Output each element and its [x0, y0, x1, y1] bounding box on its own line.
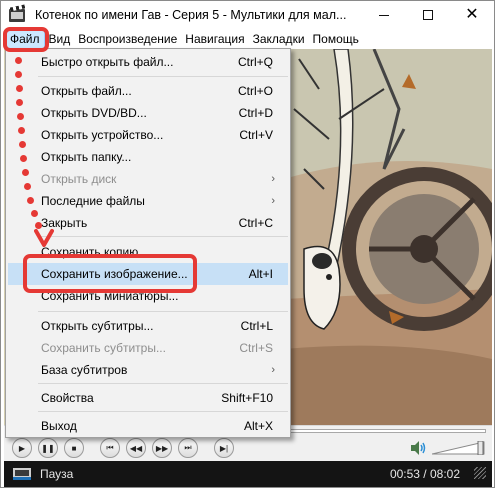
- frame-step-button[interactable]: ▶|: [214, 438, 234, 458]
- minimize-icon: [379, 14, 389, 16]
- skip-forward-icon: ⏭: [184, 443, 192, 452]
- menu-item-open-device[interactable]: Открыть устройство... Ctrl+V: [8, 124, 288, 146]
- time-display: 00:53 / 08:02: [389, 467, 460, 481]
- menu-item-open-disc[interactable]: Открыть диск ›: [8, 168, 288, 190]
- menu-item-recent-files[interactable]: Последние файлы ›: [8, 190, 288, 212]
- rewind-icon: ◀◀: [129, 443, 143, 453]
- fast-forward-icon: ▶▶: [155, 443, 169, 453]
- menu-favorites[interactable]: Закладки: [249, 29, 309, 49]
- next-button[interactable]: ⏭: [178, 438, 198, 458]
- annotation-dot: [15, 57, 22, 64]
- playback-controls: ▶ ❚❚ ■ ⏮ ◀◀ ▶▶ ⏭ ▶|: [4, 435, 492, 461]
- annotation-dot: [24, 183, 31, 190]
- title-bar: Котенок по имени Гав - Серия 5 - Мультик…: [1, 1, 494, 29]
- playback-state: Пауза: [40, 467, 74, 481]
- menu-item-open-subtitles[interactable]: Открыть субтитры... Ctrl+L: [8, 315, 288, 337]
- player-window: Котенок по имени Гав - Серия 5 - Мультик…: [0, 0, 495, 488]
- stop-icon: ■: [71, 443, 77, 453]
- annotation-dot: [19, 141, 26, 148]
- menu-item-properties[interactable]: Свойства Shift+F10: [8, 387, 288, 409]
- menu-item-open-file[interactable]: Открыть файл... Ctrl+O: [8, 80, 288, 102]
- resize-grip[interactable]: [474, 467, 486, 479]
- play-button[interactable]: ▶: [12, 438, 32, 458]
- window-title: Котенок по имени Гав - Серия 5 - Мультик…: [35, 8, 347, 22]
- annotation-dot: [16, 85, 23, 92]
- menu-item-subtitle-database[interactable]: База субтитров ›: [8, 359, 288, 381]
- annotation-dot: [18, 127, 25, 134]
- annotation-box-save-image: [23, 254, 197, 293]
- menu-bar: Файл Вид Воспроизведение Навигация Закла…: [1, 29, 494, 49]
- stop-button[interactable]: ■: [64, 438, 84, 458]
- menu-navigate[interactable]: Навигация: [181, 29, 248, 49]
- play-icon: ▶: [18, 443, 26, 453]
- menu-item-save-subtitles[interactable]: Сохранить субтитры... Ctrl+S: [8, 337, 288, 359]
- mpc-logo-icon: [13, 468, 31, 480]
- annotation-arrow-icon: [34, 229, 54, 247]
- menu-item-open-folder[interactable]: Открыть папку...: [8, 146, 288, 168]
- annotation-dot: [16, 99, 23, 106]
- annotation-dot: [27, 197, 34, 204]
- menu-playback[interactable]: Воспроизведение: [74, 29, 181, 49]
- speaker-icon[interactable]: [409, 439, 427, 457]
- menu-item-open-dvd[interactable]: Открыть DVD/BD... Ctrl+D: [8, 102, 288, 124]
- menu-help[interactable]: Помощь: [309, 29, 363, 49]
- menu-item-exit[interactable]: Выход Alt+X: [8, 415, 288, 437]
- menu-item-quick-open[interactable]: Быстро открыть файл... Ctrl+Q: [8, 51, 288, 73]
- annotation-dot: [17, 113, 24, 120]
- maximize-button[interactable]: [406, 1, 450, 29]
- status-bar: Пауза 00:53 / 08:02: [4, 461, 492, 487]
- annotation-dot: [31, 210, 38, 217]
- submenu-arrow-icon: ›: [271, 173, 275, 185]
- app-icon: [9, 4, 27, 23]
- close-icon: ✕: [465, 6, 479, 23]
- menu-separator: [38, 236, 288, 237]
- close-button[interactable]: ✕: [450, 1, 494, 29]
- menu-separator: [38, 311, 288, 312]
- pause-button[interactable]: ❚❚: [38, 438, 58, 458]
- menu-separator: [38, 411, 288, 412]
- previous-button[interactable]: ⏮: [100, 438, 120, 458]
- frame-step-icon: ▶|: [219, 443, 229, 453]
- minimize-button[interactable]: [362, 1, 406, 29]
- annotation-dot: [22, 169, 29, 176]
- rewind-button[interactable]: ◀◀: [126, 438, 146, 458]
- menu-separator: [38, 383, 288, 384]
- annotation-box-file-menu: [3, 27, 49, 52]
- annotation-dot: [20, 155, 27, 162]
- annotation-dot: [15, 71, 22, 78]
- submenu-arrow-icon: ›: [271, 195, 275, 207]
- skip-back-icon: ⏮: [106, 443, 114, 452]
- menu-separator: [38, 76, 288, 77]
- forward-button[interactable]: ▶▶: [152, 438, 172, 458]
- pause-icon: ❚❚: [41, 443, 55, 453]
- volume-slider[interactable]: [432, 441, 486, 455]
- maximize-icon: [423, 10, 433, 20]
- submenu-arrow-icon: ›: [271, 364, 275, 376]
